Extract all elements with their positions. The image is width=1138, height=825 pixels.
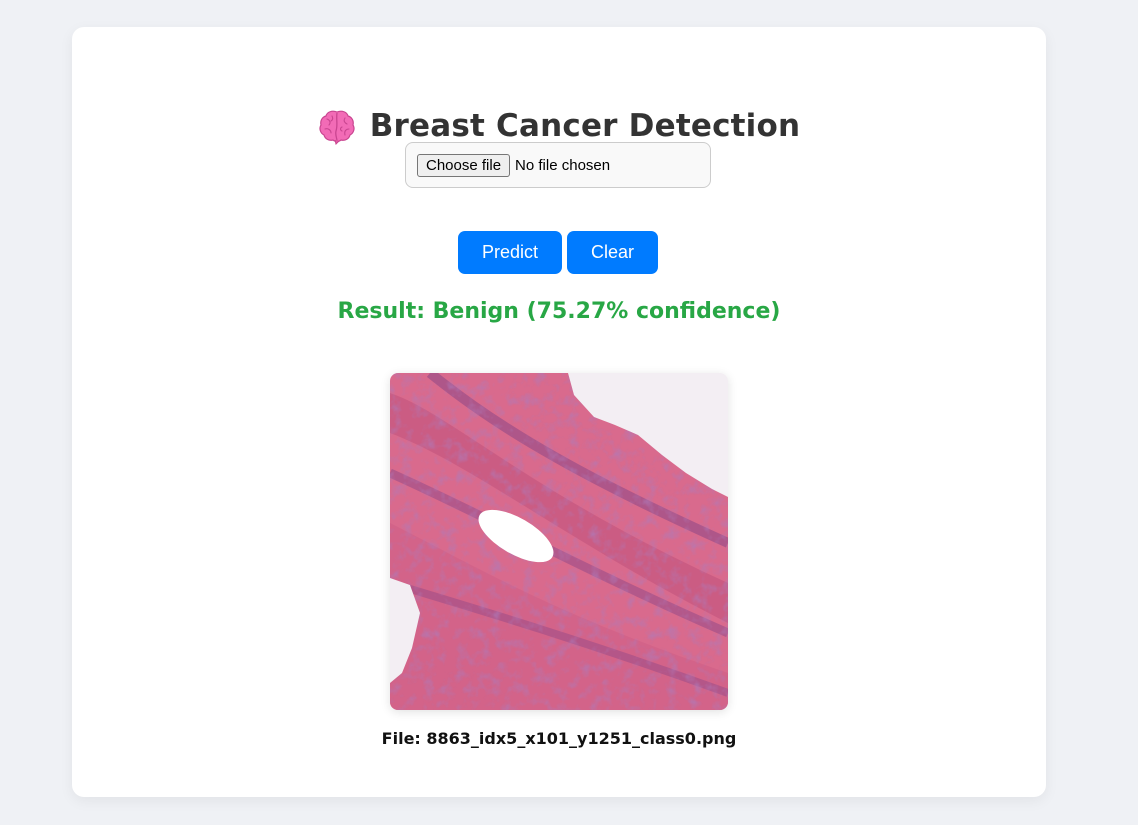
- main-card: Breast Cancer Detection Choose file No f…: [72, 27, 1046, 797]
- action-buttons: Predict Clear: [458, 231, 659, 274]
- file-upload-field[interactable]: Choose file No file chosen: [405, 142, 711, 188]
- tissue-preview-image: [390, 373, 728, 710]
- title-row: Breast Cancer Detection: [72, 107, 1046, 145]
- file-status-text: No file chosen: [515, 156, 611, 174]
- predict-button[interactable]: Predict: [458, 231, 563, 274]
- file-name-caption: File: 8863_idx5_x101_y1251_class0.png: [381, 729, 737, 748]
- page-title: Breast Cancer Detection: [369, 108, 801, 144]
- choose-file-button[interactable]: Choose file: [417, 153, 511, 177]
- clear-button[interactable]: Clear: [567, 231, 659, 274]
- prediction-result: Result: Benign (75.27% confidence): [337, 299, 781, 324]
- brain-icon: [318, 107, 356, 145]
